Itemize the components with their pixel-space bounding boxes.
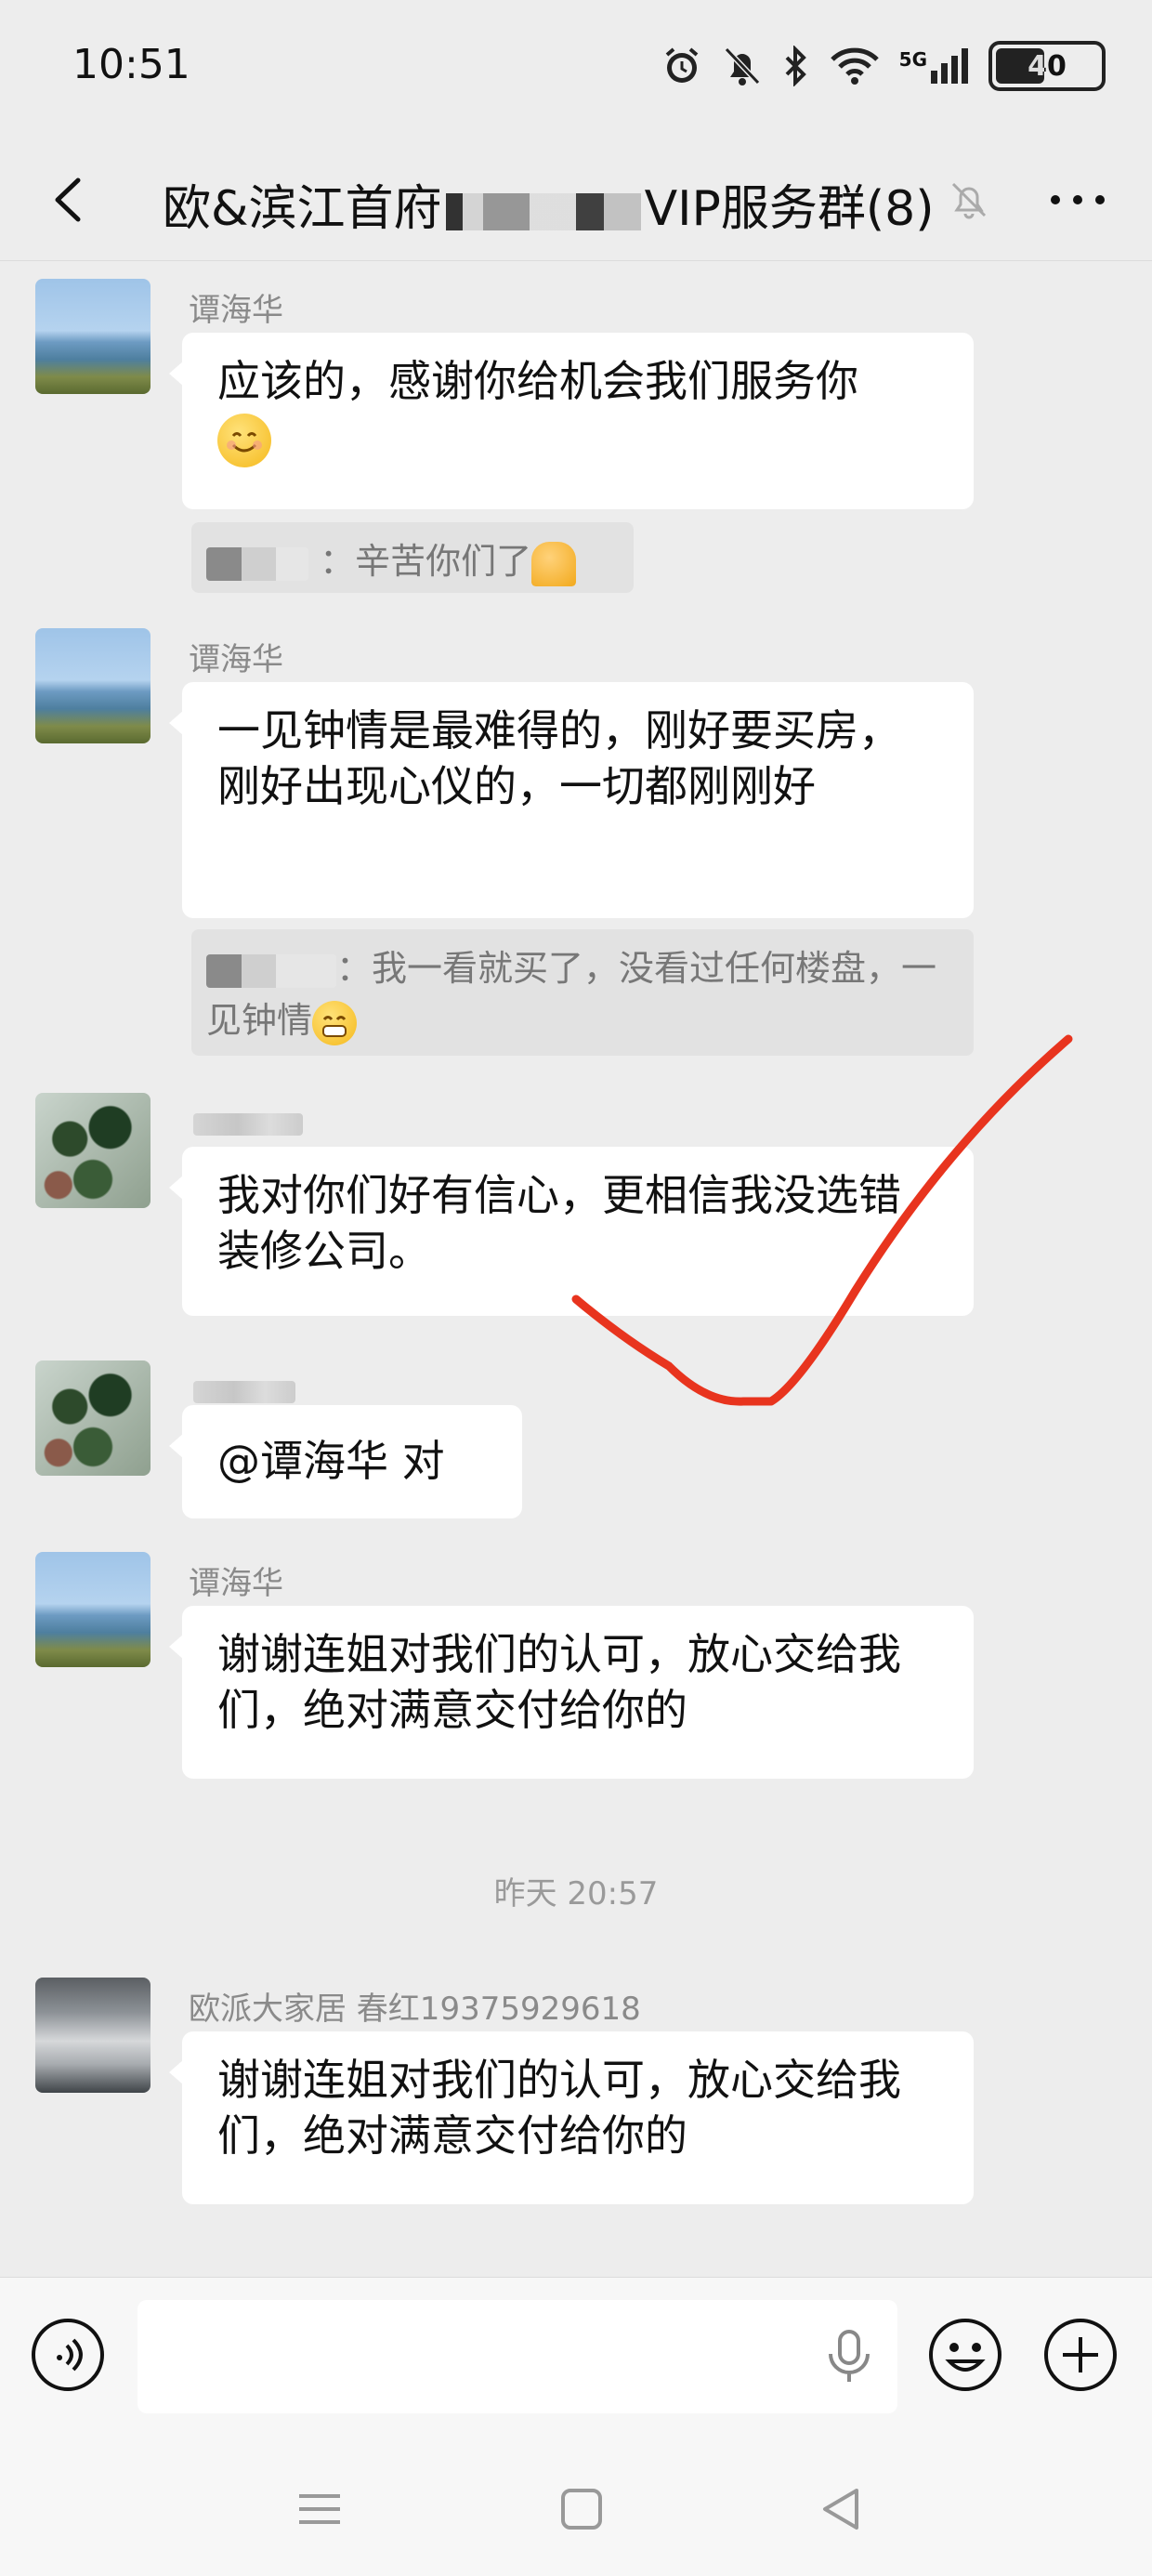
- redacted-name: [206, 546, 308, 581]
- smile-emoji-icon: [217, 413, 271, 467]
- message-text: @谭海华 对: [217, 1436, 445, 1486]
- emoji-icon[interactable]: [927, 2317, 1003, 2393]
- redacted-sender-name: [193, 1113, 303, 1136]
- message-bubble[interactable]: 我对你们好有信心，更相信我没选错装修公司。: [169, 1147, 974, 1316]
- message-bubble[interactable]: 谢谢连姐对我们的认可，放心交给我们，绝对满意交付给你的: [169, 1606, 974, 1779]
- chat-title-main: 欧&滨江首府: [163, 181, 442, 237]
- grin-emoji-icon: [312, 1000, 358, 1045]
- avatar[interactable]: [35, 1093, 151, 1208]
- signal-bar: [962, 48, 968, 84]
- sender-name: 谭海华: [189, 641, 283, 678]
- chat-title: 欧&滨江首府 VIP服务群(8): [163, 169, 935, 239]
- sender-name: 欧派大家居 春红19375929618: [189, 1991, 641, 2028]
- mic-icon[interactable]: [821, 2326, 877, 2387]
- message-bubble[interactable]: 应该的，感谢你给机会我们服务你: [169, 333, 974, 509]
- avatar[interactable]: [35, 1978, 151, 2093]
- battery-level: 40: [1028, 49, 1067, 83]
- signal-5g: 5G: [899, 48, 968, 84]
- voice-icon[interactable]: [30, 2317, 106, 2393]
- message-input[interactable]: [137, 2300, 897, 2413]
- message-bubble[interactable]: 一见钟情是最难得的，刚好要买房，刚好出现心仪的，一切都刚刚好: [169, 682, 974, 918]
- more-dots-icon[interactable]: [1041, 177, 1115, 223]
- message-text: 应该的，感谢你给机会我们服务你: [217, 356, 858, 406]
- chat-header: 欧&滨江首府 VIP服务群(8): [0, 139, 1152, 261]
- signal-bar: [951, 56, 958, 84]
- system-nav-bar: [0, 2435, 1152, 2576]
- sender-name: 谭海华: [189, 1565, 283, 1602]
- avatar[interactable]: [35, 279, 151, 394]
- chat-title-tail: VIP服务群(8): [644, 181, 935, 237]
- menu-icon[interactable]: [294, 2483, 346, 2535]
- sender-name: 谭海华: [189, 292, 283, 329]
- quote-text: 辛苦你们了: [355, 541, 532, 582]
- quoted-reply[interactable]: ：我一看就买了，没看过任何楼盘，一见钟情: [191, 929, 974, 1056]
- redacted-sender-name: [193, 1381, 295, 1403]
- quoted-reply[interactable]: ：辛苦你们了: [191, 522, 634, 593]
- home-icon[interactable]: [556, 2483, 608, 2535]
- status-bar: 10:51 5G 40: [0, 0, 1152, 130]
- message-text: 一见钟情是最难得的，刚好要买房，刚好出现心仪的，一切都刚刚好: [217, 705, 901, 811]
- bell-off-icon: [951, 182, 987, 219]
- signal-bar: [941, 63, 948, 84]
- notification-off-icon: [724, 46, 760, 85]
- wifi-icon: [830, 47, 879, 85]
- praying-hands-emoji-icon: [531, 541, 577, 586]
- chat-timestamp: 昨天 20:57: [493, 1875, 659, 1912]
- avatar[interactable]: [35, 1552, 151, 1667]
- redacted-title-part: [445, 193, 641, 230]
- chevron-left-icon[interactable]: [37, 167, 102, 232]
- redacted-name: [206, 953, 336, 988]
- message-text: 我对你们好有信心，更相信我没选错装修公司。: [217, 1170, 901, 1276]
- plus-icon[interactable]: [1042, 2317, 1119, 2393]
- back-triangle-icon[interactable]: [816, 2483, 868, 2535]
- message-bubble[interactable]: @谭海华 对: [169, 1405, 522, 1518]
- battery-indicator: 40: [988, 41, 1106, 91]
- signal-bar: [931, 71, 937, 84]
- network-label: 5G: [898, 48, 927, 71]
- avatar[interactable]: [35, 628, 151, 743]
- message-bubble[interactable]: 谢谢连姐对我们的认可，放心交给我们，绝对满意交付给你的: [169, 2031, 974, 2204]
- message-text: 谢谢连姐对我们的认可，放心交给我们，绝对满意交付给你的: [217, 1629, 901, 1735]
- avatar[interactable]: [35, 1360, 151, 1476]
- alarm-icon: [665, 47, 698, 83]
- input-bar: [0, 2277, 1152, 2436]
- message-text: 谢谢连姐对我们的认可，放心交给我们，绝对满意交付给你的: [217, 2055, 901, 2161]
- status-time: 10:51: [72, 41, 190, 88]
- status-icons: 5G 40: [661, 41, 1106, 91]
- bluetooth-icon: [785, 46, 806, 86]
